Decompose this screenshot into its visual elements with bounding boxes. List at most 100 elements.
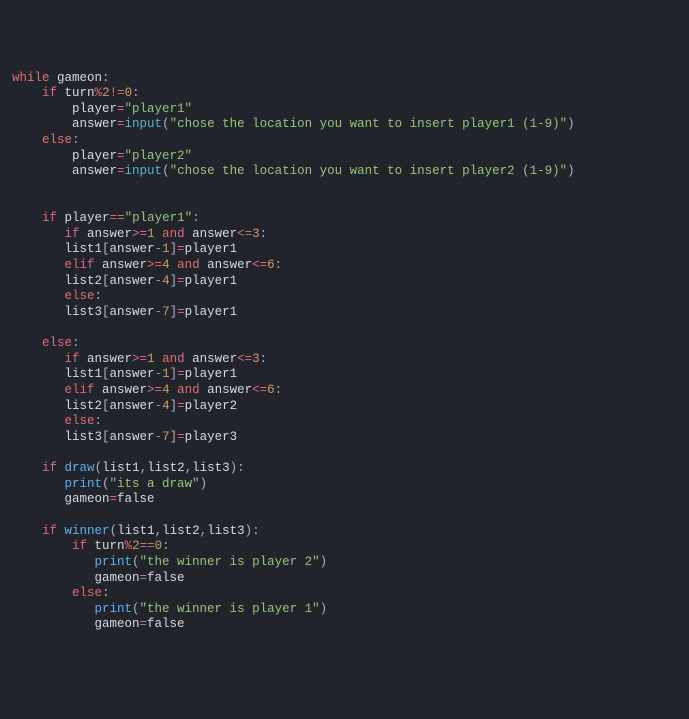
code-token: : [252,524,260,538]
code-token: = [177,242,185,256]
code-token: [ [102,274,110,288]
code-line: print("the winner is player 1") [12,602,677,618]
code-token: if [42,86,57,100]
code-token: elif [65,383,95,397]
code-token: - [155,274,163,288]
code-token [12,414,65,428]
code-line: elif answer>=4 and answer<=6: [12,258,677,274]
code-token: if [72,539,87,553]
code-token: ( [95,461,103,475]
code-token: gameon [12,617,140,631]
code-line: answer=input("chose the location you wan… [12,117,677,133]
code-line: answer=input("chose the location you wan… [12,164,677,180]
code-token: list1 [102,461,140,475]
code-line: gameon=false [12,571,677,587]
code-token: , [185,461,193,475]
code-token: 0 [155,539,163,553]
code-token: = [177,305,185,319]
code-token: 0 [125,86,133,100]
code-token: ) [200,477,208,491]
code-token: ] [170,274,178,288]
code-token: answer [185,227,238,241]
code-token: answer [110,305,155,319]
code-token: else [42,133,72,147]
code-token: == [140,539,155,553]
code-token: 3 [252,352,260,366]
code-token: 2 [102,86,110,100]
code-token: player [12,102,117,116]
code-token: while [12,71,50,85]
code-token: 1 [147,227,155,241]
code-line [12,321,677,337]
code-token: answer [80,352,133,366]
code-token [170,258,178,272]
code-token: list1 [117,524,155,538]
code-token [12,258,65,272]
code-token: gameon [12,492,110,506]
code-token: "chose the location you want to insert p… [170,164,568,178]
code-line: if turn%2!=0: [12,86,677,102]
code-token: answer [200,383,253,397]
code-line: else: [12,414,677,430]
code-token: : [72,336,80,350]
code-token: [ [102,430,110,444]
code-token: : [275,383,283,397]
code-token: 6 [267,258,275,272]
code-token: and [177,258,200,272]
code-token: "the winner is player 2" [140,555,320,569]
code-token: : [275,258,283,272]
code-token: gameon [12,571,140,585]
code-token: list3 [207,524,245,538]
code-token: ( [110,524,118,538]
code-token: ) [320,555,328,569]
code-token: = [177,399,185,413]
code-token: [ [102,242,110,256]
code-token [57,461,65,475]
code-token [12,133,42,147]
code-token: "chose the location you want to insert p… [170,117,568,131]
code-token: <= [252,258,267,272]
code-token: list2 [12,274,102,288]
code-token: false [147,571,185,585]
code-token: ( [132,602,140,616]
code-token [12,524,42,538]
code-token: <= [237,352,252,366]
code-line: elif answer>=4 and answer<=6: [12,383,677,399]
code-token: , [140,461,148,475]
code-token: ( [132,555,140,569]
code-token: else [42,336,72,350]
code-line: else: [12,586,677,602]
code-token: player3 [185,430,238,444]
code-token: player [12,149,117,163]
code-token [12,227,65,241]
code-token [12,555,95,569]
code-block: while gameon: if turn%2!=0: player="play… [12,71,677,634]
code-token: ( [162,164,170,178]
code-token: 3 [252,227,260,241]
code-token: ] [170,305,178,319]
code-line [12,508,677,524]
code-token [12,383,65,397]
code-token: "its a draw" [110,477,200,491]
code-token: turn [87,539,125,553]
code-line: print("the winner is player 2") [12,555,677,571]
code-token: 2 [132,539,140,553]
code-token: = [117,149,125,163]
code-token: : [132,86,140,100]
code-line: else: [12,336,677,352]
code-token [12,211,42,225]
code-token: and [162,227,185,241]
code-line: list3[answer-7]=player3 [12,430,677,446]
code-token: answer [200,258,253,272]
code-token: answer [110,367,155,381]
code-token: list3 [12,430,102,444]
code-token: % [95,86,103,100]
code-token: print [95,602,133,616]
code-token: if [42,524,57,538]
code-token [12,586,72,600]
code-line: print("its a draw") [12,477,677,493]
code-token: : [102,71,110,85]
code-token: = [140,617,148,631]
code-token: : [260,227,268,241]
code-token: = [177,274,185,288]
